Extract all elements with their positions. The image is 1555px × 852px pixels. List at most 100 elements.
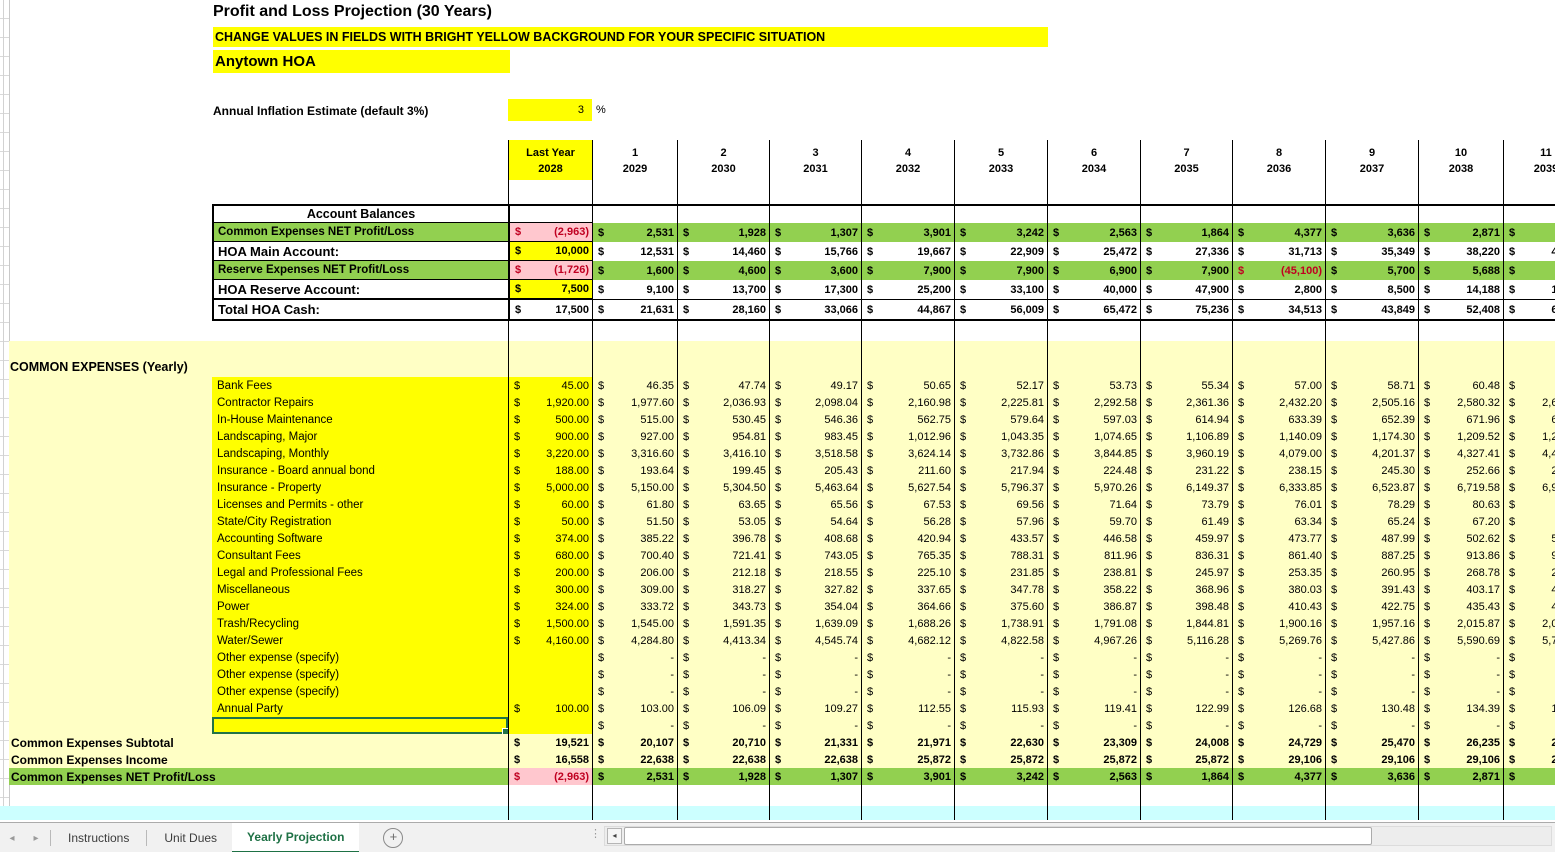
money-cell[interactable]: $5,796.37 bbox=[954, 479, 1047, 496]
tab-unit-dues[interactable]: Unit Dues bbox=[149, 823, 232, 852]
money-cell[interactable]: $24,729 bbox=[1232, 734, 1325, 751]
money-cell[interactable]: $836.31 bbox=[1140, 547, 1232, 564]
money-cell[interactable]: $1,791.08 bbox=[1047, 615, 1140, 632]
empty-cell[interactable] bbox=[1047, 806, 1140, 820]
empty-cell[interactable] bbox=[1418, 785, 1503, 806]
money-cell[interactable]: $67.20 bbox=[1418, 513, 1503, 530]
money-cell[interactable]: $333.72 bbox=[592, 598, 677, 615]
empty-cell[interactable] bbox=[1503, 321, 1555, 341]
money-cell[interactable]: $47,900 bbox=[1140, 280, 1232, 299]
empty-cell[interactable] bbox=[1418, 358, 1503, 377]
money-cell[interactable]: $25,472 bbox=[1047, 242, 1140, 261]
money-cell[interactable]: $954.81 bbox=[677, 428, 769, 445]
money-cell[interactable]: $459.97 bbox=[1140, 530, 1232, 547]
empty-cell[interactable] bbox=[769, 341, 861, 358]
money-cell[interactable]: $530.45 bbox=[677, 411, 769, 428]
empty-cell[interactable] bbox=[1047, 785, 1140, 806]
money-cell[interactable]: $106.09 bbox=[677, 700, 769, 717]
money-cell[interactable]: $50.65 bbox=[861, 377, 954, 394]
money-cell[interactable]: $- bbox=[1232, 649, 1325, 666]
money-cell[interactable]: $- bbox=[592, 683, 677, 700]
money-cell[interactable]: $53.05 bbox=[677, 513, 769, 530]
subtotal-label[interactable]: Common Expenses Subtotal bbox=[9, 734, 508, 751]
money-cell[interactable]: $24,008 bbox=[1140, 734, 1232, 751]
money-cell[interactable]: $1,012.96 bbox=[861, 428, 954, 445]
money-cell[interactable]: $- bbox=[1503, 683, 1555, 700]
inflation-input-cell[interactable]: 3 bbox=[508, 99, 592, 121]
money-cell[interactable]: $364.66 bbox=[861, 598, 954, 615]
money-cell[interactable]: $- bbox=[1325, 666, 1418, 683]
money-cell[interactable]: $- bbox=[592, 649, 677, 666]
money-cell[interactable]: $14,460 bbox=[677, 242, 769, 261]
money-cell[interactable]: $579.64 bbox=[954, 411, 1047, 428]
empty-cell[interactable] bbox=[861, 204, 954, 223]
money-cell[interactable]: $2,015.87 bbox=[1418, 615, 1503, 632]
expense-input-label[interactable]: Annual Party bbox=[212, 700, 508, 717]
money-cell[interactable]: $17,300 bbox=[769, 280, 861, 299]
money-cell[interactable]: $4,201.37 bbox=[1325, 445, 1418, 462]
empty-cell[interactable] bbox=[769, 204, 861, 223]
money-cell[interactable]: $- bbox=[954, 717, 1047, 734]
money-cell[interactable]: $245.97 bbox=[1140, 564, 1232, 581]
empty-cell[interactable] bbox=[1140, 785, 1232, 806]
money-cell[interactable]: $4,284.80 bbox=[592, 632, 677, 649]
money-cell[interactable]: $3,600 bbox=[769, 261, 861, 280]
year-col[interactable]: 22030 bbox=[677, 140, 769, 204]
empty-cell[interactable] bbox=[769, 806, 861, 820]
empty-cell[interactable] bbox=[1325, 204, 1418, 223]
money-cell[interactable]: $- bbox=[769, 666, 861, 683]
year-col[interactable]: 72035 bbox=[1140, 140, 1232, 204]
money-cell[interactable]: $408.68 bbox=[769, 530, 861, 547]
money-cell[interactable]: $71.64 bbox=[1047, 496, 1140, 513]
add-sheet-button[interactable]: + bbox=[383, 823, 403, 852]
money-cell[interactable]: $1,864 bbox=[1140, 768, 1232, 785]
money-cell[interactable]: $276.85 bbox=[1503, 564, 1555, 581]
empty-cell[interactable] bbox=[1418, 204, 1503, 223]
money-cell[interactable]: $44,867 bbox=[861, 299, 954, 321]
empty-cell[interactable] bbox=[1140, 204, 1232, 223]
money-cell[interactable]: $517.70 bbox=[1503, 530, 1555, 547]
money-cell[interactable]: $3,242 bbox=[954, 768, 1047, 785]
money-cell[interactable]: $300.00 bbox=[508, 581, 592, 598]
money-cell[interactable]: $422.75 bbox=[1325, 598, 1418, 615]
money-cell[interactable]: $217.94 bbox=[954, 462, 1047, 479]
money-cell[interactable]: $252.66 bbox=[1418, 462, 1503, 479]
money-cell[interactable]: $- bbox=[1325, 683, 1418, 700]
year-col[interactable]: 32031 bbox=[769, 140, 861, 204]
account-row-label[interactable]: HOA Main Account: bbox=[212, 242, 508, 261]
money-cell[interactable]: $200.00 bbox=[508, 564, 592, 581]
expense-input-label[interactable]: Consultant Fees bbox=[212, 547, 508, 564]
money-cell[interactable]: $680.00 bbox=[508, 547, 592, 564]
money-cell[interactable]: $887.25 bbox=[1325, 547, 1418, 564]
year-col-lastyear[interactable]: Last Year2028 bbox=[508, 140, 592, 204]
money-cell[interactable]: $380.03 bbox=[1232, 581, 1325, 598]
money-cell[interactable]: $22,630 bbox=[954, 734, 1047, 751]
money-cell[interactable]: $2,160.98 bbox=[861, 394, 954, 411]
money-cell[interactable]: $- bbox=[861, 649, 954, 666]
money-cell[interactable]: $6,523.87 bbox=[1325, 479, 1418, 496]
money-cell[interactable]: $515.00 bbox=[592, 411, 677, 428]
money-cell[interactable]: $14,188 bbox=[1418, 280, 1503, 299]
money-cell[interactable]: $- bbox=[861, 717, 954, 734]
money-cell[interactable]: $- bbox=[1140, 683, 1232, 700]
money-cell[interactable]: $6,921.17 bbox=[1503, 479, 1555, 496]
year-col[interactable]: 112039 bbox=[1503, 140, 1555, 204]
empty-cell[interactable] bbox=[1047, 204, 1140, 223]
money-cell[interactable]: $5,116.28 bbox=[1140, 632, 1232, 649]
money-cell[interactable]: $31,713 bbox=[1232, 242, 1325, 261]
money-cell[interactable]: $3,732.86 bbox=[954, 445, 1047, 462]
money-cell[interactable]: $231.22 bbox=[1140, 462, 1232, 479]
money-cell[interactable]: $3,316.60 bbox=[592, 445, 677, 462]
money-cell[interactable]: $80.63 bbox=[1418, 496, 1503, 513]
empty-cell[interactable] bbox=[677, 204, 769, 223]
expense-input-label[interactable]: State/City Registration bbox=[212, 513, 508, 530]
money-cell[interactable]: $115.93 bbox=[954, 700, 1047, 717]
money-cell[interactable]: $385.22 bbox=[592, 530, 677, 547]
money-cell[interactable]: $29,106 bbox=[1418, 751, 1503, 768]
money-cell[interactable]: $391.43 bbox=[1325, 581, 1418, 598]
money-cell[interactable]: $- bbox=[954, 649, 1047, 666]
money-cell[interactable]: $2,657.73 bbox=[1503, 394, 1555, 411]
money-cell[interactable]: $5,590.69 bbox=[1418, 632, 1503, 649]
money-cell[interactable]: $33,100 bbox=[954, 280, 1047, 299]
empty-cell[interactable] bbox=[769, 321, 861, 341]
